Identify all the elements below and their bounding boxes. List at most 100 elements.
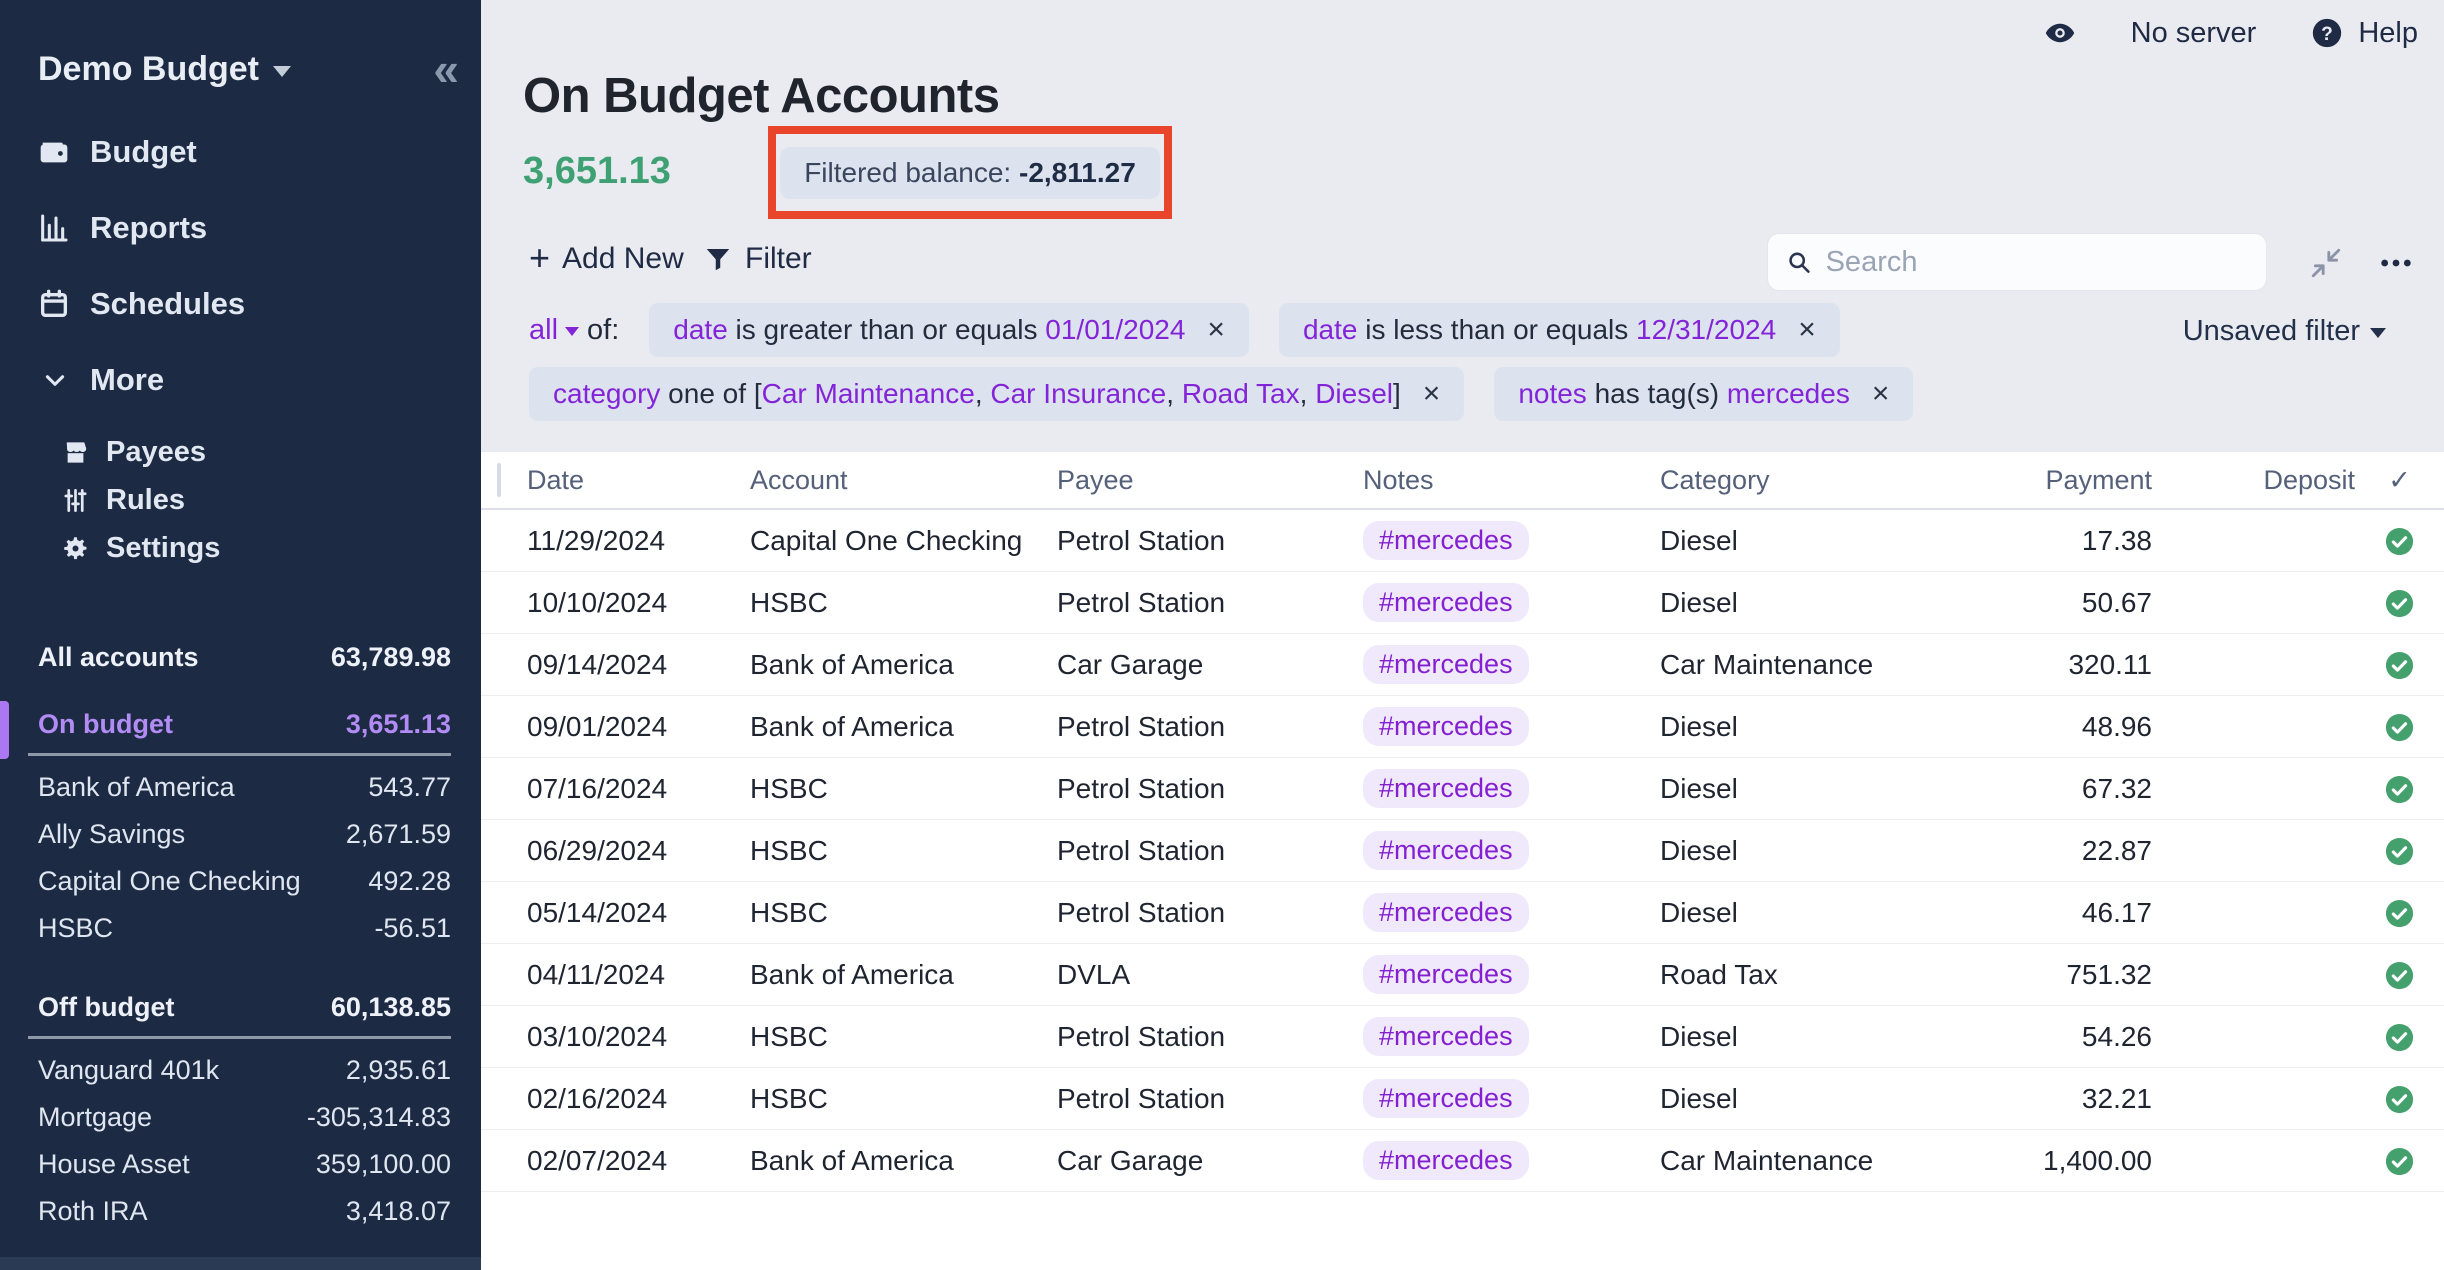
note-tag[interactable]: #mercedes xyxy=(1363,831,1529,870)
note-tag[interactable]: #mercedes xyxy=(1363,521,1529,560)
account-value: 2,935.61 xyxy=(346,1055,451,1086)
sidebar-account-hsbc[interactable]: HSBC-56.51 xyxy=(0,905,481,952)
cell-date: 03/10/2024 xyxy=(527,1021,750,1053)
sidebar-account-roth-ira[interactable]: Roth IRA3,418.07 xyxy=(0,1188,481,1235)
sidebar-item-payees[interactable]: Payees xyxy=(0,430,481,474)
table-row[interactable]: 09/14/2024Bank of AmericaCar Garage#merc… xyxy=(481,634,2444,696)
group-label: On budget xyxy=(38,709,173,740)
cleared-column-icon[interactable] xyxy=(2388,465,2411,495)
cleared-icon[interactable] xyxy=(2384,960,2415,991)
cell-payment: 22.87 xyxy=(1890,835,2152,867)
remove-filter-icon[interactable]: × xyxy=(1798,313,1816,347)
note-tag[interactable]: #mercedes xyxy=(1363,893,1529,932)
cell-payment: 46.17 xyxy=(1890,897,2152,929)
note-tag[interactable]: #mercedes xyxy=(1363,583,1529,622)
chip-text: ] xyxy=(1393,378,1401,410)
filter-match-selector[interactable]: all xyxy=(529,314,579,347)
cleared-icon[interactable] xyxy=(2384,774,2415,805)
table-row[interactable]: 03/10/2024HSBCPetrol Station#mercedesDie… xyxy=(481,1006,2444,1068)
sidebar-account-ally-savings[interactable]: Ally Savings2,671.59 xyxy=(0,811,481,858)
search-input[interactable] xyxy=(1826,246,2248,279)
account-name: Ally Savings xyxy=(38,819,185,850)
remove-filter-icon[interactable]: × xyxy=(1872,377,1890,411)
select-all-checkbox[interactable] xyxy=(497,463,501,497)
sidebar-item-rules[interactable]: Rules xyxy=(0,478,481,522)
account-balance[interactable]: 3,651.13 xyxy=(523,150,671,193)
search-box[interactable] xyxy=(1767,233,2267,291)
cleared-icon[interactable] xyxy=(2384,712,2415,743)
cell-payment: 1,400.00 xyxy=(1890,1145,2152,1177)
column-header-payment[interactable]: Payment xyxy=(1890,465,2152,496)
filtered-balance-pill[interactable]: Filtered balance: -2,811.27 xyxy=(780,147,1160,199)
server-status[interactable]: No server xyxy=(2131,17,2257,50)
filter-chip[interactable]: date is less than or equals 12/31/2024× xyxy=(1279,303,1840,357)
account-name: House Asset xyxy=(38,1149,190,1180)
sidebar-item-reports[interactable]: Reports xyxy=(0,202,481,254)
table-row[interactable]: 11/29/2024Capital One CheckingPetrol Sta… xyxy=(481,510,2444,572)
table-row[interactable]: 09/01/2024Bank of AmericaPetrol Station#… xyxy=(481,696,2444,758)
sidebar-item-on-budget[interactable]: On budget3,651.13 xyxy=(28,699,451,756)
sidebar-item-settings[interactable]: Settings xyxy=(0,526,481,570)
cleared-icon[interactable] xyxy=(2384,1084,2415,1115)
sidebar-account-bank-of-america[interactable]: Bank of America543.77 xyxy=(0,764,481,811)
note-tag[interactable]: #mercedes xyxy=(1363,1017,1529,1056)
table-row[interactable]: 07/16/2024HSBCPetrol Station#mercedesDie… xyxy=(481,758,2444,820)
sidebar-item-all-accounts[interactable]: All accounts 63,789.98 xyxy=(0,632,481,683)
filter-chip[interactable]: notes has tag(s) mercedes× xyxy=(1494,367,1913,421)
column-header-notes[interactable]: Notes xyxy=(1363,465,1660,496)
table-row[interactable]: 06/29/2024HSBCPetrol Station#mercedesDie… xyxy=(481,820,2444,882)
privacy-eye-icon[interactable] xyxy=(2043,16,2077,50)
column-header-payee[interactable]: Payee xyxy=(1057,465,1363,496)
cleared-icon[interactable] xyxy=(2384,898,2415,929)
sidebar-item-off-budget[interactable]: Off budget60,138.85 xyxy=(28,982,451,1039)
sidebar-account-vanguard-401k[interactable]: Vanguard 401k2,935.61 xyxy=(0,1047,481,1094)
more-options-icon[interactable] xyxy=(2379,246,2413,280)
cleared-icon[interactable] xyxy=(2384,650,2415,681)
sidebar-account-mortgage[interactable]: Mortgage-305,314.83 xyxy=(0,1094,481,1141)
cell-payee: Petrol Station xyxy=(1057,1083,1363,1115)
sidebar-account-capital-one-checking[interactable]: Capital One Checking492.28 xyxy=(0,858,481,905)
note-tag[interactable]: #mercedes xyxy=(1363,769,1529,808)
note-tag[interactable]: #mercedes xyxy=(1363,955,1529,994)
add-new-button[interactable]: + Add New xyxy=(529,242,684,276)
note-tag[interactable]: #mercedes xyxy=(1363,707,1529,746)
cell-status xyxy=(2355,1082,2444,1115)
help-icon[interactable]: ? xyxy=(2310,16,2344,50)
toolbar: + Add New Filter xyxy=(481,232,2444,292)
help-label[interactable]: Help xyxy=(2358,17,2418,50)
chip-text: one of [ xyxy=(660,378,761,410)
sidebar-account-house-asset[interactable]: House Asset359,100.00 xyxy=(0,1141,481,1188)
column-header-deposit[interactable]: Deposit xyxy=(2152,465,2355,496)
filter-button[interactable]: Filter xyxy=(703,242,812,276)
budget-switcher[interactable]: Demo Budget « xyxy=(38,46,455,92)
cleared-icon[interactable] xyxy=(2384,836,2415,867)
sidebar-item-schedules[interactable]: Schedules xyxy=(0,278,481,330)
collapse-sidebar-icon[interactable]: « xyxy=(433,46,455,92)
cell-account: Bank of America xyxy=(750,959,1057,991)
remove-filter-icon[interactable]: × xyxy=(1207,313,1225,347)
table-row[interactable]: 02/07/2024Bank of AmericaCar Garage#merc… xyxy=(481,1130,2444,1192)
cleared-icon[interactable] xyxy=(2384,1022,2415,1053)
cleared-icon[interactable] xyxy=(2384,526,2415,557)
table-row[interactable]: 05/14/2024HSBCPetrol Station#mercedesDie… xyxy=(481,882,2444,944)
remove-filter-icon[interactable]: × xyxy=(1423,377,1441,411)
column-header-account[interactable]: Account xyxy=(750,465,1057,496)
filter-chip[interactable]: category one of [Car Maintenance, Car In… xyxy=(529,367,1464,421)
sidebar-item-budget[interactable]: Budget xyxy=(0,126,481,178)
note-tag[interactable]: #mercedes xyxy=(1363,1079,1529,1118)
note-tag[interactable]: #mercedes xyxy=(1363,1141,1529,1180)
cleared-icon[interactable] xyxy=(2384,588,2415,619)
cleared-icon[interactable] xyxy=(2384,1146,2415,1177)
table-row[interactable]: 10/10/2024HSBCPetrol Station#mercedesDie… xyxy=(481,572,2444,634)
filter-chip[interactable]: date is greater than or equals 01/01/202… xyxy=(649,303,1249,357)
column-header-category[interactable]: Category xyxy=(1660,465,1890,496)
collapse-rows-icon[interactable] xyxy=(2309,246,2343,280)
chip-accent-text: 01/01/2024 xyxy=(1045,314,1185,346)
column-header-date[interactable]: Date xyxy=(527,465,750,496)
sidebar-item-more[interactable]: More xyxy=(0,354,481,406)
cell-notes: #mercedes xyxy=(1363,955,1660,994)
unsaved-filter-menu[interactable]: Unsaved filter xyxy=(2183,315,2386,348)
table-row[interactable]: 02/16/2024HSBCPetrol Station#mercedesDie… xyxy=(481,1068,2444,1130)
table-row[interactable]: 04/11/2024Bank of AmericaDVLA#mercedesRo… xyxy=(481,944,2444,1006)
note-tag[interactable]: #mercedes xyxy=(1363,645,1529,684)
